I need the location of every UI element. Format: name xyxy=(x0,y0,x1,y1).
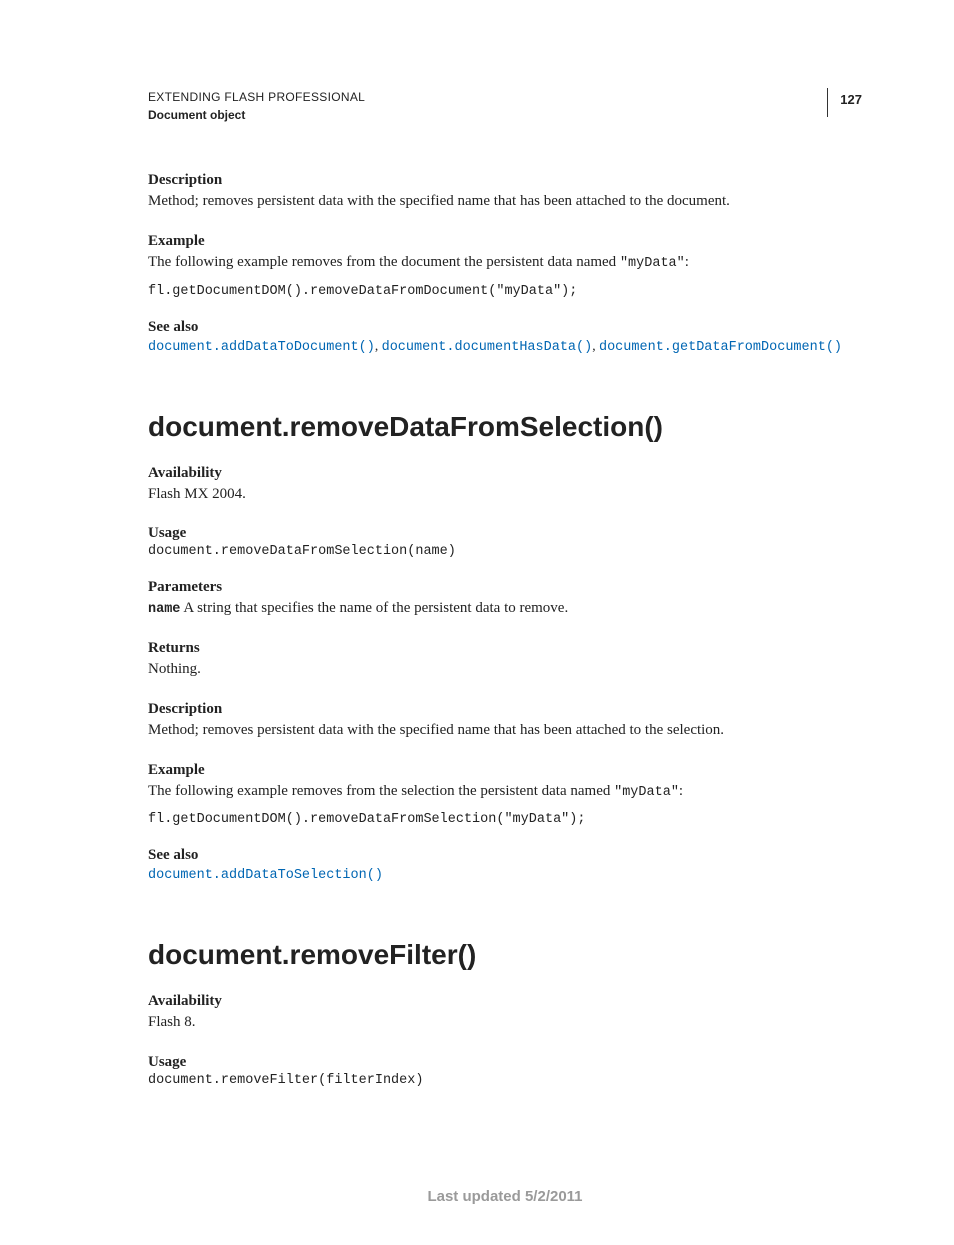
footer-last-updated: Last updated 5/2/2011 xyxy=(148,1188,862,1205)
link-get-data-from-document[interactable]: document.getDataFromDocument() xyxy=(599,340,842,355)
example-intro-text-2b: : xyxy=(679,783,683,799)
seealso-links-2: document.addDataToSelection() xyxy=(148,866,862,883)
example-intro-text-b: : xyxy=(685,254,689,270)
link-document-has-data[interactable]: document.documentHasData() xyxy=(382,340,593,355)
seealso-label: See also xyxy=(148,319,862,336)
availability-text-3: Flash 8. xyxy=(148,1012,862,1034)
example-intro-text-a: The following example removes from the d… xyxy=(148,254,620,270)
usage-label-3: Usage xyxy=(148,1054,862,1071)
page-header: EXTENDING FLASH PROFESSIONAL Document ob… xyxy=(148,88,862,124)
availability-label-3: Availability xyxy=(148,993,862,1010)
returns-label: Returns xyxy=(148,640,862,657)
param-text: A string that specifies the name of the … xyxy=(180,600,568,616)
description-text-2: Method; removes persistent data with the… xyxy=(148,720,862,742)
description-label: Description xyxy=(148,172,862,189)
description-label-2: Description xyxy=(148,701,862,718)
availability-text: Flash MX 2004. xyxy=(148,484,862,506)
example-label-2: Example xyxy=(148,762,862,779)
link-add-data-to-document[interactable]: document.addDataToDocument() xyxy=(148,340,375,355)
seealso-links: document.addDataToDocument(), document.d… xyxy=(148,338,862,355)
header-left: EXTENDING FLASH PROFESSIONAL Document ob… xyxy=(148,88,365,124)
parameters-label: Parameters xyxy=(148,579,862,596)
method-heading-remove-data-from-selection: document.removeDataFromSelection() xyxy=(148,411,862,443)
usage-label: Usage xyxy=(148,525,862,542)
link-add-data-to-selection[interactable]: document.addDataToSelection() xyxy=(148,868,383,883)
page-number: 127 xyxy=(827,88,862,117)
usage-code: document.removeDataFromSelection(name) xyxy=(148,544,862,559)
chapter-title: Document object xyxy=(148,106,365,124)
example-label: Example xyxy=(148,233,862,250)
returns-text: Nothing. xyxy=(148,659,862,681)
parameter-row: name A string that specifies the name of… xyxy=(148,598,862,620)
usage-code-3: document.removeFilter(filterIndex) xyxy=(148,1073,862,1088)
example-intro-code-2: "myData" xyxy=(614,785,679,800)
param-name: name xyxy=(148,602,180,617)
description-text: Method; removes persistent data with the… xyxy=(148,191,862,213)
example-code-2: fl.getDocumentDOM().removeDataFromSelect… xyxy=(148,812,862,827)
book-title: EXTENDING FLASH PROFESSIONAL xyxy=(148,88,365,106)
example-intro: The following example removes from the d… xyxy=(148,252,862,274)
example-intro-2: The following example removes from the s… xyxy=(148,781,862,803)
availability-label: Availability xyxy=(148,465,862,482)
example-intro-code: "myData" xyxy=(620,256,685,271)
seealso-label-2: See also xyxy=(148,847,862,864)
example-intro-text-2a: The following example removes from the s… xyxy=(148,783,614,799)
method-heading-remove-filter: document.removeFilter() xyxy=(148,939,862,971)
example-code: fl.getDocumentDOM().removeDataFromDocume… xyxy=(148,284,862,299)
